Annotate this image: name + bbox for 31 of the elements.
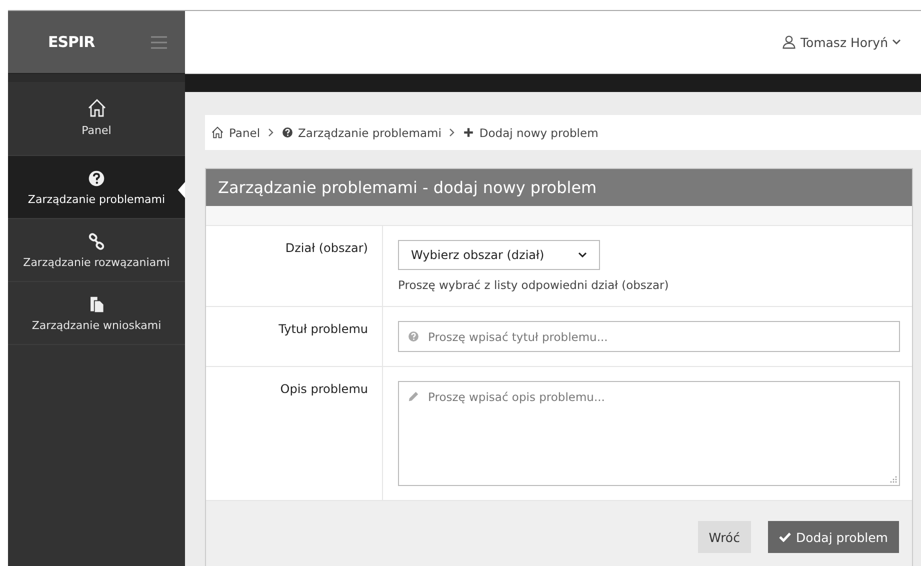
description-text-area[interactable]: Proszę wpisać opis problemu...	[398, 381, 900, 486]
menu-icon[interactable]	[151, 36, 167, 48]
breadcrumb-link[interactable]: Zarządzanie problemami	[282, 126, 442, 140]
home-icon	[86, 98, 106, 118]
breadcrumb-link[interactable]: Dodaj nowy problem	[463, 126, 598, 140]
field-label: Dział (obszar)	[285, 241, 368, 255]
chevron-down-icon	[892, 39, 901, 45]
submit-button[interactable]: Dodaj problem	[768, 521, 899, 553]
checkmark-icon	[778, 532, 791, 542]
title-input-field[interactable]: Proszę wpisać tytuł problemu...	[398, 321, 900, 352]
chain-link-icon	[88, 233, 105, 250]
field-label: Tytuł problemu	[278, 322, 368, 336]
plus-icon	[463, 127, 474, 138]
resize-grip-icon[interactable]	[890, 476, 897, 483]
documents-icon	[88, 296, 105, 313]
back-button[interactable]: Wróć	[698, 521, 751, 553]
app-title: ESPIR	[48, 33, 95, 51]
home-icon	[211, 126, 224, 139]
field-label: Opis problemu	[280, 382, 368, 396]
help-text: Proszę wybrać z listy odpowiedni dział (obszar)	[398, 278, 669, 292]
chevron-down-icon	[578, 252, 587, 258]
user-menu[interactable]: Tomasz Horyń	[782, 34, 901, 50]
user-icon	[782, 35, 796, 49]
question-icon	[88, 170, 105, 187]
panel-title: Zarządzanie problemami - dodaj nowy problem	[206, 169, 912, 206]
chevron-right-icon	[268, 128, 274, 137]
chevron-right-icon	[449, 128, 456, 137]
area-select[interactable]: Wybierz obszar (dział)	[398, 240, 600, 270]
sidebar-item[interactable]: Zarządzanie problemami	[8, 156, 185, 219]
question-icon	[282, 127, 294, 138]
breadcrumb-link[interactable]: Panel	[211, 126, 260, 140]
